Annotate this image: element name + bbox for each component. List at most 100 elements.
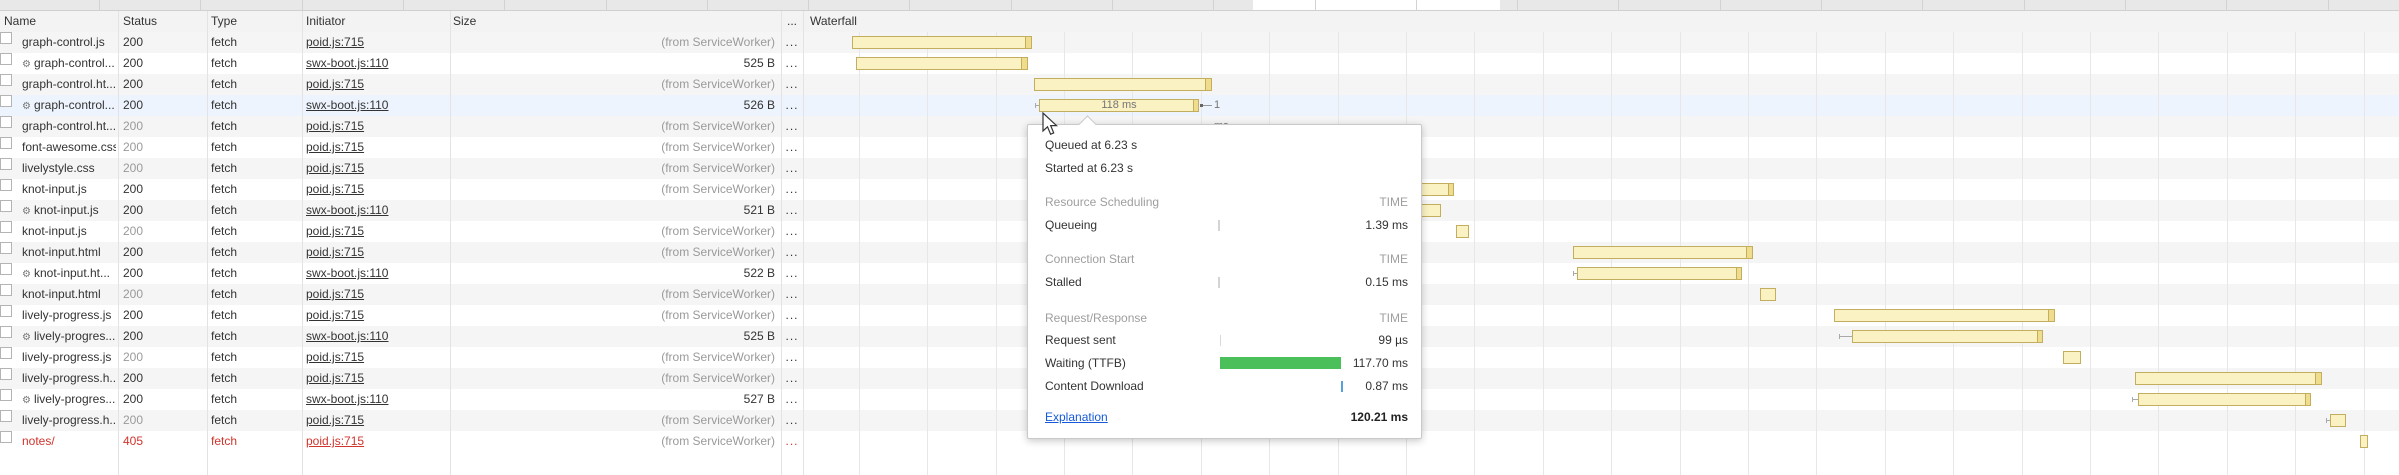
initiator-link[interactable]: poid.js:715 xyxy=(306,182,364,196)
request-checkbox[interactable] xyxy=(0,158,12,170)
column-header-waterfall[interactable]: Waterfall xyxy=(810,11,857,32)
initiator-link[interactable]: poid.js:715 xyxy=(306,371,364,385)
column-header-type[interactable]: Type xyxy=(211,11,237,32)
request-name-cell[interactable]: graph-control.ht... xyxy=(22,74,116,95)
waterfall-bar[interactable] xyxy=(852,36,1032,49)
request-name-cell[interactable]: ⚙lively-progres... xyxy=(22,389,116,410)
column-header-size[interactable]: Size xyxy=(453,11,476,32)
initiator-link[interactable]: poid.js:715 xyxy=(306,77,364,91)
request-name-cell[interactable]: livelystyle.css xyxy=(22,158,116,179)
initiator-link[interactable]: poid.js:715 xyxy=(306,140,364,154)
waterfall-bar[interactable] xyxy=(1419,183,1454,196)
table-row[interactable]: ⚙graph-control...200fetchswx-boot.js:110… xyxy=(0,53,2399,74)
request-name-cell[interactable]: notes/ xyxy=(22,431,116,452)
request-name-cell[interactable]: knot-input.html xyxy=(22,242,116,263)
overview-tick[interactable] xyxy=(1315,0,1316,10)
waterfall-bar[interactable] xyxy=(2330,414,2346,427)
overview-tick[interactable] xyxy=(200,0,201,10)
request-checkbox[interactable] xyxy=(0,53,12,65)
initiator-link[interactable]: swx-boot.js:110 xyxy=(306,56,388,70)
initiator-link[interactable]: swx-boot.js:110 xyxy=(306,203,388,217)
request-checkbox[interactable] xyxy=(0,95,12,107)
waterfall-bar[interactable] xyxy=(2138,393,2311,406)
request-name-cell[interactable]: lively-progress.h... xyxy=(22,368,116,389)
overview-tick[interactable] xyxy=(1821,0,1822,10)
waterfall-bar[interactable] xyxy=(856,57,1028,70)
request-name-cell[interactable]: ⚙lively-progres... xyxy=(22,326,116,347)
request-checkbox[interactable] xyxy=(0,284,12,296)
request-checkbox[interactable] xyxy=(0,410,12,422)
request-checkbox[interactable] xyxy=(0,326,12,338)
overview-tick[interactable] xyxy=(1517,0,1518,10)
waterfall-bar[interactable] xyxy=(1577,267,1742,280)
overview-tick[interactable] xyxy=(2125,0,2126,10)
column-header-status[interactable]: Status xyxy=(123,11,157,32)
request-name-cell[interactable]: knot-input.js xyxy=(22,221,116,242)
waterfall-bar[interactable] xyxy=(2360,435,2368,448)
initiator-link[interactable]: poid.js:715 xyxy=(306,287,364,301)
overview-tick[interactable] xyxy=(1618,0,1619,10)
initiator-link[interactable]: swx-boot.js:110 xyxy=(306,266,388,280)
overview-tick[interactable] xyxy=(1112,0,1113,10)
initiator-link[interactable]: poid.js:715 xyxy=(306,224,364,238)
request-name-cell[interactable]: lively-progress.h... xyxy=(22,410,116,431)
waterfall-bar[interactable] xyxy=(2135,372,2322,385)
request-checkbox[interactable] xyxy=(0,32,12,44)
request-checkbox[interactable] xyxy=(0,116,12,128)
request-checkbox[interactable] xyxy=(0,74,12,86)
overview-tick[interactable] xyxy=(909,0,910,10)
request-checkbox[interactable] xyxy=(0,221,12,233)
request-name-cell[interactable]: graph-control.ht... xyxy=(22,116,116,137)
request-name-cell[interactable]: ⚙graph-control... xyxy=(22,95,116,116)
request-name-cell[interactable]: ⚙knot-input.js xyxy=(22,200,116,221)
request-checkbox[interactable] xyxy=(0,347,12,359)
request-name-cell[interactable]: ⚙graph-control... xyxy=(22,53,116,74)
overview-tick[interactable] xyxy=(99,0,100,10)
initiator-link[interactable]: swx-boot.js:110 xyxy=(306,98,388,112)
waterfall-bar[interactable] xyxy=(1573,246,1753,259)
request-checkbox[interactable] xyxy=(0,368,12,380)
request-name-cell[interactable]: ⚙knot-input.ht... xyxy=(22,263,116,284)
request-checkbox[interactable] xyxy=(0,431,12,443)
request-name-cell[interactable]: lively-progress.js xyxy=(22,305,116,326)
overview-tick[interactable] xyxy=(606,0,607,10)
request-name-cell[interactable]: knot-input.js xyxy=(22,179,116,200)
request-checkbox[interactable] xyxy=(0,179,12,191)
request-name-cell[interactable]: graph-control.js xyxy=(22,32,116,53)
waterfall-bar[interactable] xyxy=(2063,351,2081,364)
initiator-link[interactable]: swx-boot.js:110 xyxy=(306,329,388,343)
overview-tick[interactable] xyxy=(1922,0,1923,10)
initiator-link[interactable]: poid.js:715 xyxy=(306,35,364,49)
initiator-link[interactable]: poid.js:715 xyxy=(306,434,364,448)
column-header-initiator[interactable]: Initiator xyxy=(306,11,345,32)
overview-tick[interactable] xyxy=(707,0,708,10)
initiator-link[interactable]: poid.js:715 xyxy=(306,161,364,175)
waterfall-bar[interactable] xyxy=(1852,330,2043,343)
overview-tick[interactable] xyxy=(2024,0,2025,10)
table-row[interactable]: graph-control.js200fetchpoid.js:715(from… xyxy=(0,32,2399,53)
waterfall-bar[interactable] xyxy=(1034,78,1212,91)
request-name-cell[interactable]: font-awesome.css xyxy=(22,137,116,158)
request-checkbox[interactable] xyxy=(0,305,12,317)
overview-tick[interactable] xyxy=(1416,0,1417,10)
request-checkbox[interactable] xyxy=(0,242,12,254)
request-name-cell[interactable]: lively-progress.js xyxy=(22,347,116,368)
overview-tick[interactable] xyxy=(2226,0,2227,10)
waterfall-bar[interactable] xyxy=(1834,309,2055,322)
request-name-cell[interactable]: knot-input.html xyxy=(22,284,116,305)
overview-tick[interactable] xyxy=(1720,0,1721,10)
overview-selection[interactable] xyxy=(1253,0,1500,10)
overview-tick[interactable] xyxy=(1011,0,1012,10)
request-checkbox[interactable] xyxy=(0,137,12,149)
table-row[interactable]: graph-control.ht...200fetchpoid.js:715(f… xyxy=(0,74,2399,95)
initiator-link[interactable]: poid.js:715 xyxy=(306,413,364,427)
initiator-link[interactable]: poid.js:715 xyxy=(306,350,364,364)
overview-tick[interactable] xyxy=(1213,0,1214,10)
overview-tick[interactable] xyxy=(504,0,505,10)
waterfall-bar[interactable]: 118 ms xyxy=(1039,99,1199,112)
column-header-name[interactable]: Name xyxy=(4,11,36,32)
waterfall-bar[interactable] xyxy=(1760,288,1776,301)
initiator-link[interactable]: swx-boot.js:110 xyxy=(306,392,388,406)
column-header-overflow[interactable]: ... xyxy=(781,11,803,32)
overview-tick[interactable] xyxy=(403,0,404,10)
